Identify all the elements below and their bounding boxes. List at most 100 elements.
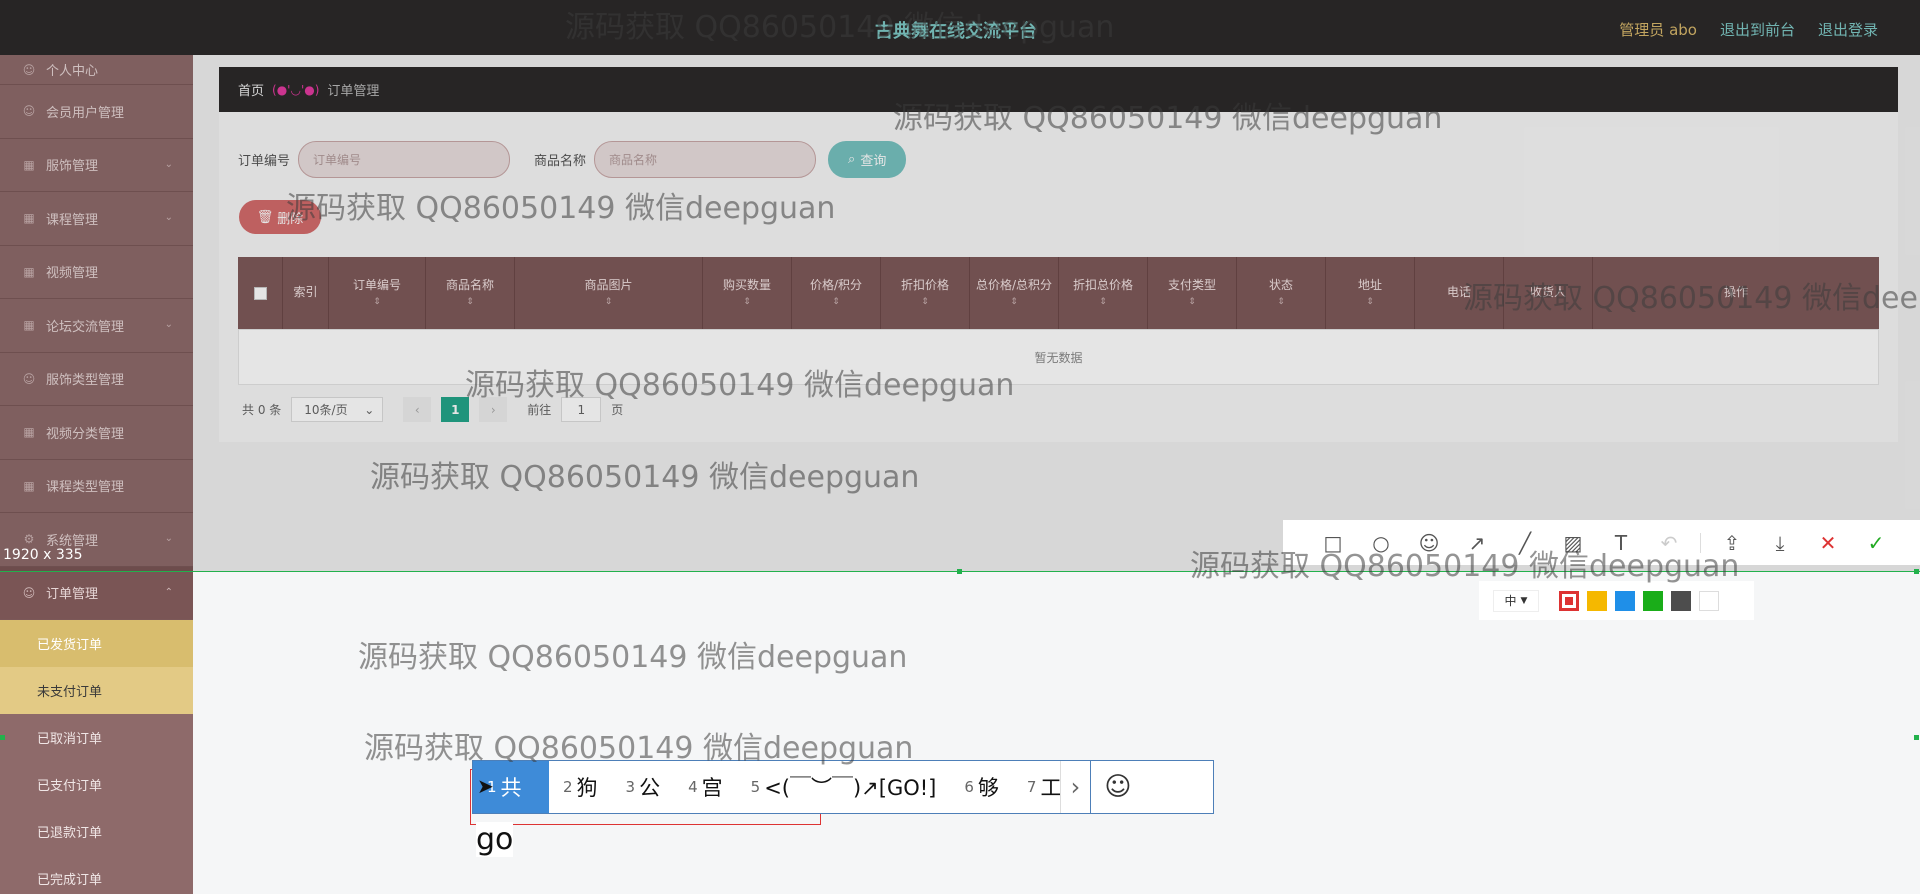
- color-swatch-green[interactable]: [1643, 590, 1663, 611]
- color-swatch-white[interactable]: [1699, 590, 1719, 611]
- delete-button[interactable]: 🗑 删除: [239, 200, 321, 234]
- breadcrumb-home[interactable]: 首页: [238, 80, 264, 99]
- sidebar-item-course-type[interactable]: ▦ 课程类型管理: [0, 460, 193, 513]
- size-value: 中: [1504, 594, 1517, 608]
- next-page-button[interactable]: ›: [479, 397, 508, 422]
- rectangle-tool-icon[interactable]: □: [1316, 526, 1350, 560]
- download-icon[interactable]: ⤓: [1763, 526, 1797, 560]
- ime-candidate[interactable]: 4宫: [674, 761, 737, 813]
- prev-page-button[interactable]: ‹: [403, 397, 432, 422]
- sort-icon: ⇕: [921, 297, 929, 308]
- col-discount-price[interactable]: 折扣价格 ⇕: [881, 257, 970, 329]
- col-receiver[interactable]: 收货人: [1504, 257, 1593, 329]
- sidebar-item-course[interactable]: ▦ 课程管理 ⌄: [0, 192, 193, 246]
- goto-input[interactable]: 1: [561, 397, 602, 422]
- color-swatch-blue[interactable]: [1615, 590, 1635, 611]
- color-swatch-gray[interactable]: [1671, 590, 1691, 611]
- sidebar-sub-unpaid[interactable]: 未支付订单: [0, 667, 193, 714]
- grid-icon: ▦: [23, 264, 35, 279]
- sort-icon: ⇕: [1099, 297, 1107, 308]
- chevron-down-icon: ⌄: [164, 158, 173, 170]
- mouse-pointer-icon: ➤: [477, 774, 494, 798]
- page-number[interactable]: 1: [441, 397, 470, 422]
- col-price[interactable]: 价格/积分 ⇕: [792, 257, 881, 329]
- capture-handle[interactable]: [957, 569, 962, 574]
- grid-icon: ▦: [23, 318, 35, 333]
- confirm-icon[interactable]: ✓: [1859, 526, 1893, 560]
- caret-down-icon: ▼: [1520, 595, 1528, 606]
- top-bar: 古典舞在线交流平台 管理员 abo 退出到前台 退出登录: [0, 0, 1920, 55]
- sidebar-sub-label: 已完成订单: [37, 873, 103, 888]
- ime-candidate-window: 1共 2狗 3公 4宫 5 <(￣︶￣)↗[GO!] 6够 7工 › ☺: [472, 760, 1214, 814]
- ime-composition: go: [476, 822, 514, 857]
- page-size-value: 10条/页: [304, 403, 348, 417]
- col-address[interactable]: 地址 ⇕: [1326, 257, 1415, 329]
- undo-icon[interactable]: ↶: [1652, 526, 1686, 560]
- sidebar-sub-refunded[interactable]: 已退款订单: [0, 808, 193, 855]
- sidebar-item-orders[interactable]: ☺ 订单管理 ⌃: [0, 566, 193, 620]
- chevron-down-icon: ⌄: [164, 319, 173, 330]
- col-status[interactable]: 状态 ⇕: [1237, 257, 1326, 329]
- chevron-up-icon: ⌃: [164, 586, 173, 598]
- ime-candidate[interactable]: 6够: [950, 761, 1013, 813]
- sidebar-sub-completed[interactable]: 已完成订单: [0, 855, 193, 894]
- sidebar-item-members[interactable]: ☺ 会员用户管理: [0, 85, 193, 139]
- capture-handle[interactable]: [1914, 569, 1919, 574]
- sidebar-sub-paid[interactable]: 已支付订单: [0, 761, 193, 808]
- sidebar-item-label: 视频管理: [46, 266, 99, 282]
- emoji-tool-icon[interactable]: ☺: [1412, 526, 1446, 560]
- size-select[interactable]: 中 ▼: [1493, 589, 1539, 612]
- col-index: 索引: [283, 257, 329, 329]
- col-total-price[interactable]: 总价格/总积分 ⇕: [970, 257, 1059, 329]
- ime-candidate[interactable]: 7工: [1013, 761, 1060, 813]
- col-order-no[interactable]: 订单编号 ⇕: [329, 257, 426, 329]
- col-product-image[interactable]: 商品图片 ⇕: [515, 257, 703, 329]
- ellipse-tool-icon[interactable]: ○: [1364, 526, 1398, 560]
- col-pay-type[interactable]: 支付类型 ⇕: [1148, 257, 1237, 329]
- ime-candidate[interactable]: 3公: [612, 761, 675, 813]
- sidebar-item-video-category[interactable]: ▦ 视频分类管理: [0, 406, 193, 460]
- page-size-select[interactable]: 10条/页 ⌄: [291, 397, 384, 422]
- chevron-right-icon[interactable]: ›: [1059, 761, 1090, 813]
- query-button[interactable]: ⌕ 查询: [828, 141, 907, 178]
- color-swatch-yellow[interactable]: [1587, 590, 1607, 611]
- sidebar-sub-cancelled[interactable]: 已取消订单: [0, 714, 193, 761]
- col-phone[interactable]: 电话: [1415, 257, 1504, 329]
- ime-candidate[interactable]: 2狗: [549, 761, 612, 813]
- col-quantity[interactable]: 购买数量 ⇕: [703, 257, 792, 329]
- goto-label: 前往: [527, 403, 552, 417]
- sidebar: ☺ 个人中心 ☺ 会员用户管理 ▦ 服饰管理 ⌄ ▦ 课程管理 ⌄ ▦ 视频管理…: [0, 55, 193, 894]
- col-product-name[interactable]: 商品名称 ⇕: [426, 257, 515, 329]
- emoji-icon[interactable]: ☺: [1089, 761, 1145, 813]
- share-icon[interactable]: ⇪: [1715, 526, 1749, 560]
- chevron-down-icon: ⌄: [364, 402, 375, 417]
- text-tool-icon[interactable]: T: [1604, 526, 1638, 560]
- color-swatch-red[interactable]: [1559, 590, 1579, 611]
- query-button-label: 查询: [860, 154, 887, 169]
- product-name-input[interactable]: 商品名称: [594, 141, 817, 178]
- sidebar-sub-label: 已支付订单: [37, 779, 103, 794]
- exit-to-front-link[interactable]: 退出到前台: [1720, 19, 1795, 40]
- capture-handle[interactable]: [1914, 735, 1919, 740]
- select-all-checkbox[interactable]: [253, 286, 267, 300]
- capture-handle[interactable]: [0, 735, 5, 740]
- ime-candidate[interactable]: 5 <(￣︶￣)↗[GO!]: [737, 761, 951, 813]
- mosaic-tool-icon[interactable]: ▨: [1556, 526, 1590, 560]
- sidebar-item-video[interactable]: ▦ 视频管理: [0, 246, 193, 299]
- order-no-label: 订单编号: [238, 154, 291, 169]
- users-icon: ☺: [22, 104, 36, 119]
- site-title: 古典舞在线交流平台: [875, 21, 1037, 42]
- sidebar-item-profile[interactable]: ☺ 个人中心: [0, 55, 193, 85]
- user-icon: ☺: [22, 62, 36, 77]
- top-links: 管理员 abo 退出到前台 退出登录: [1619, 19, 1878, 40]
- logout-link[interactable]: 退出登录: [1818, 19, 1878, 40]
- sidebar-sub-shipped[interactable]: 已发货订单: [0, 620, 193, 667]
- sidebar-item-forum[interactable]: ▦ 论坛交流管理 ⌄: [0, 299, 193, 353]
- order-no-input[interactable]: 订单编号: [298, 141, 511, 178]
- arrow-tool-icon[interactable]: ↗: [1460, 526, 1494, 560]
- sidebar-item-costume-type[interactable]: ☺ 服饰类型管理: [0, 353, 193, 406]
- close-icon[interactable]: ✕: [1811, 526, 1845, 560]
- col-discount-total[interactable]: 折扣总价格 ⇕: [1059, 257, 1148, 329]
- pen-tool-icon[interactable]: ╱: [1508, 526, 1542, 560]
- sidebar-item-costume[interactable]: ▦ 服饰管理 ⌄: [0, 139, 193, 192]
